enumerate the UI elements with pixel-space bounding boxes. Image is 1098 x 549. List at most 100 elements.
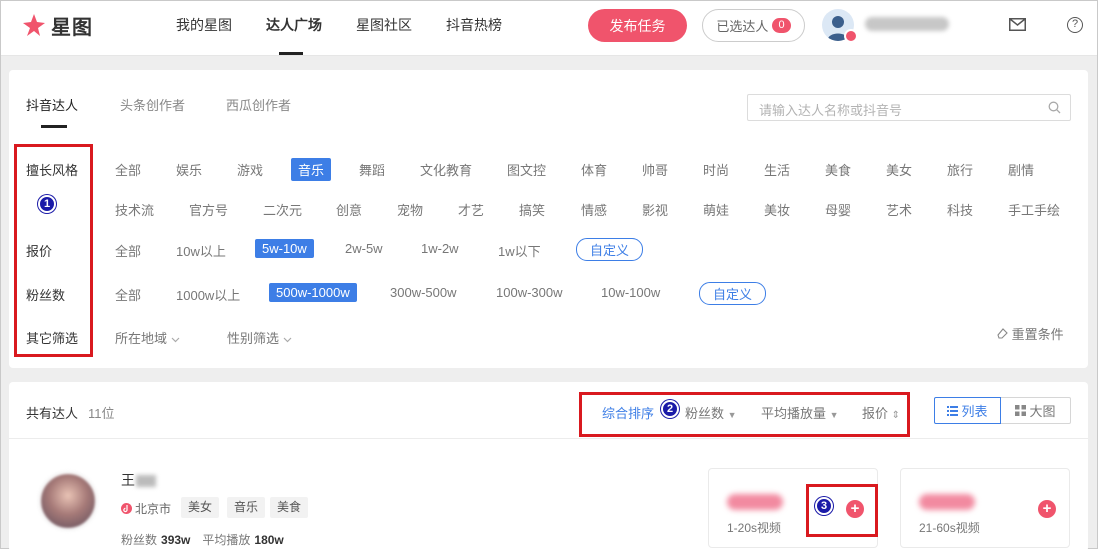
- specialty-option[interactable]: 技术流: [115, 200, 154, 219]
- tab-douyin-kol[interactable]: 抖音达人: [26, 95, 78, 114]
- specialty-option[interactable]: 生活: [764, 160, 790, 179]
- fans-custom-button[interactable]: 自定义: [699, 282, 767, 305]
- specialty-option[interactable]: 情感: [581, 200, 607, 219]
- tab-xigua-creator[interactable]: 西瓜创作者: [226, 95, 291, 114]
- specialty-option[interactable]: 舞蹈: [359, 160, 385, 179]
- specialty-option[interactable]: 帅哥: [642, 160, 668, 179]
- tab-toutiao-creator[interactable]: 头条创作者: [120, 95, 185, 114]
- fans-option[interactable]: 10w-100w: [601, 285, 660, 300]
- view-list-button[interactable]: 列表: [934, 397, 1001, 424]
- gender-dropdown-label: 性别筛选: [227, 331, 280, 346]
- specialty-option[interactable]: 图文控: [507, 160, 546, 179]
- avatar-status-icon: [844, 29, 858, 43]
- view-grid-button[interactable]: 大图: [1001, 397, 1071, 424]
- price-option-selected[interactable]: 5w-10w: [255, 239, 314, 258]
- add-to-cart-button[interactable]: +: [1038, 500, 1056, 518]
- kol-stats: 粉丝数 393w 平均播放 180w: [121, 531, 296, 548]
- nav-my-xingtu[interactable]: 我的星图: [176, 15, 232, 35]
- fans-option[interactable]: 全部: [115, 285, 141, 304]
- list-icon: [947, 405, 959, 416]
- price-redacted: [727, 494, 783, 510]
- grid-icon: [1015, 405, 1027, 416]
- annotation-box-sort-options: [579, 392, 910, 437]
- specialty-option[interactable]: 母婴: [825, 200, 851, 219]
- specialty-option[interactable]: 宠物: [397, 200, 423, 219]
- results-divider: [9, 438, 1088, 439]
- kol-name[interactable]: 王: [121, 470, 156, 490]
- price-option[interactable]: 1w-2w: [421, 241, 459, 256]
- search-placeholder: 请输入达人名称或抖音号: [759, 103, 903, 118]
- selected-kol-button[interactable]: 已选达人 0: [702, 9, 805, 42]
- logo-text: 星图: [51, 16, 93, 39]
- kol-fans-label: 粉丝数: [121, 533, 158, 547]
- kol-location-text: 北京市: [135, 502, 172, 516]
- price-option[interactable]: 10w以上: [176, 241, 226, 260]
- kol-name-text: 王: [121, 472, 135, 488]
- specialty-option[interactable]: 萌娃: [703, 200, 729, 219]
- reset-filters-label: 重置条件: [1011, 327, 1064, 342]
- specialty-option[interactable]: 全部: [115, 160, 141, 179]
- price-card-label: 1-20s视频: [727, 521, 782, 535]
- result-count: 共有达人 11位: [26, 403, 115, 422]
- kol-avatar[interactable]: [39, 472, 97, 530]
- kol-search-input[interactable]: 请输入达人名称或抖音号: [747, 94, 1071, 121]
- specialty-option[interactable]: 剧情: [1008, 160, 1034, 179]
- specialty-option[interactable]: 二次元: [263, 200, 302, 219]
- specialty-option[interactable]: 艺术: [886, 200, 912, 219]
- kol-plays-label: 平均播放: [202, 533, 251, 547]
- chevron-down-icon: [171, 337, 180, 343]
- help-icon[interactable]: ?: [1067, 17, 1083, 33]
- nav-douyin-hot[interactable]: 抖音热榜: [446, 15, 502, 35]
- kol-tag: 美女: [181, 497, 220, 518]
- price-option[interactable]: 全部: [115, 241, 141, 260]
- price-custom-button[interactable]: 自定义: [576, 238, 644, 261]
- view-list-label: 列表: [961, 404, 988, 419]
- specialty-option[interactable]: 影视: [642, 200, 668, 219]
- top-navigation-bar: 星图 我的星图 达人广场 星图社区 抖音热榜 发布任务 已选达人 0 ?: [1, 1, 1097, 56]
- specialty-option[interactable]: 搞笑: [519, 200, 545, 219]
- annotation-marker-2: 2: [661, 400, 679, 418]
- fans-option-selected[interactable]: 500w-1000w: [269, 283, 357, 302]
- mail-icon[interactable]: [1009, 18, 1026, 31]
- specialty-option[interactable]: 科技: [947, 200, 973, 219]
- price-option[interactable]: 2w-5w: [345, 241, 383, 256]
- result-count-value: 11位: [88, 406, 115, 421]
- nav-community[interactable]: 星图社区: [356, 15, 412, 35]
- star-logo-icon: [23, 14, 45, 36]
- tab-active-indicator: [41, 125, 67, 128]
- fans-option[interactable]: 300w-500w: [390, 285, 457, 300]
- specialty-option[interactable]: 旅行: [947, 160, 973, 179]
- specialty-option[interactable]: 美女: [886, 160, 912, 179]
- kol-plays-value: 180w: [254, 533, 284, 547]
- specialty-option[interactable]: 才艺: [458, 200, 484, 219]
- nav-kol-plaza[interactable]: 达人广场: [266, 15, 322, 35]
- specialty-option[interactable]: 创意: [336, 200, 362, 219]
- specialty-option[interactable]: 游戏: [237, 160, 263, 179]
- reset-filters-button[interactable]: 重置条件: [996, 324, 1064, 343]
- specialty-option[interactable]: 官方号: [189, 200, 228, 219]
- xingtu-logo[interactable]: 星图: [21, 11, 93, 39]
- kol-tag: 音乐: [227, 497, 266, 518]
- specialty-option[interactable]: 体育: [581, 160, 607, 179]
- specialty-option-selected[interactable]: 音乐: [291, 158, 332, 181]
- specialty-option[interactable]: 时尚: [703, 160, 729, 179]
- selected-kol-label: 已选达人: [716, 19, 769, 34]
- chevron-down-icon: [283, 337, 292, 343]
- region-dropdown[interactable]: 所在地域: [115, 328, 180, 347]
- specialty-option[interactable]: 美食: [825, 160, 851, 179]
- search-icon[interactable]: [1048, 101, 1061, 114]
- specialty-option[interactable]: 手工手绘: [1008, 200, 1060, 219]
- publish-task-button[interactable]: 发布任务: [588, 9, 687, 42]
- kol-fans-value: 393w: [161, 533, 191, 547]
- gender-dropdown[interactable]: 性别筛选: [227, 328, 292, 347]
- price-card-label: 21-60s视频: [919, 521, 980, 535]
- specialty-option[interactable]: 文化教育: [420, 160, 472, 179]
- specialty-option[interactable]: 娱乐: [176, 160, 202, 179]
- price-card-long-video[interactable]: 21-60s视频 +: [900, 468, 1070, 548]
- douyin-icon: [121, 503, 132, 514]
- fans-option[interactable]: 100w-300w: [496, 285, 563, 300]
- specialty-option[interactable]: 美妆: [764, 200, 790, 219]
- fans-option[interactable]: 1000w以上: [176, 285, 240, 304]
- price-option[interactable]: 1w以下: [498, 241, 541, 260]
- kol-tag: 美食: [270, 497, 309, 518]
